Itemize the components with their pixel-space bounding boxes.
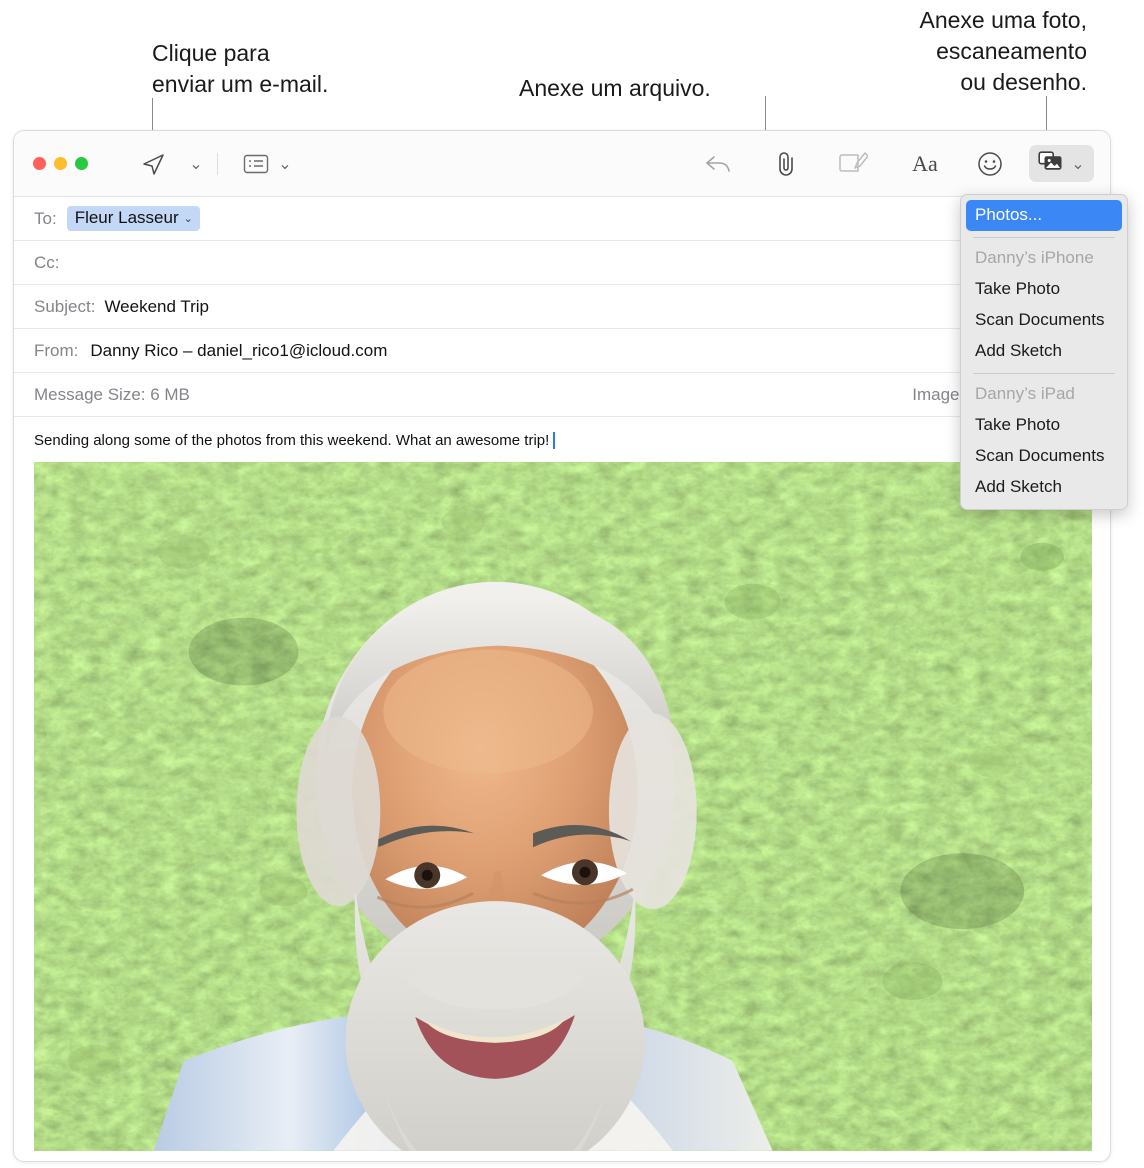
menu-separator	[973, 237, 1115, 238]
paperclip-icon[interactable]	[771, 148, 801, 180]
menu-header-dannys-ipad: Danny’s iPad	[975, 384, 1075, 403]
menu-item-ipad-scan-documents[interactable]: Scan Documents	[961, 441, 1127, 472]
attached-photo[interactable]	[34, 462, 1092, 1152]
menu-separator	[973, 373, 1115, 374]
callout-attach-photo-label: Anexe uma foto, escaneamento ou desenho.	[919, 7, 1088, 95]
message-size-row: Message Size: 6 MB Image Size: Actual Si…	[14, 373, 1110, 417]
cc-label: Cc:	[34, 252, 60, 272]
from-label: From:	[34, 340, 79, 360]
to-label: To:	[34, 208, 57, 228]
stationery-chevron-down-icon[interactable]: ⌄	[276, 155, 294, 173]
text-cursor	[553, 432, 556, 449]
recipient-token-fleur-lasseur[interactable]: Fleur Lasseur ⌄	[66, 206, 200, 231]
send-options-chevron-down-icon[interactable]: ⌄	[187, 155, 205, 173]
zoom-button[interactable]	[75, 157, 88, 170]
message-body[interactable]: Sending along some of the photos from th…	[14, 417, 1110, 462]
menu-item-photos[interactable]: Photos...	[966, 200, 1122, 231]
recipient-chevron-down-icon[interactable]: ⌄	[184, 212, 193, 225]
menu-item-ipad-add-sketch[interactable]: Add Sketch	[961, 472, 1127, 503]
cc-field-row[interactable]: Cc:	[14, 241, 1110, 285]
stationery-icon[interactable]	[242, 152, 270, 176]
subject-field-row[interactable]: Subject: Weekend Trip	[14, 285, 1110, 329]
photo-browser-icon	[1038, 150, 1064, 177]
callout-send-label: Clique para enviar um e-mail.	[152, 40, 329, 97]
compose-toolbar: ⌄ ⌄ Aa ⌄	[14, 131, 1110, 197]
callout-attach-file-label: Anexe um arquivo.	[519, 75, 711, 101]
menu-header-dannys-iphone: Danny’s iPhone	[975, 248, 1094, 267]
reply-arrow-icon[interactable]	[701, 149, 735, 179]
markup-pencil-icon[interactable]	[837, 150, 869, 178]
message-size-label: Message Size: 6 MB	[34, 384, 190, 404]
screenshot-root: Clique para enviar um e-mail. Anexe um a…	[0, 0, 1144, 1168]
photo-image	[34, 462, 1092, 1151]
subject-label: Subject:	[34, 296, 96, 316]
subject-value[interactable]: Weekend Trip	[104, 297, 209, 317]
window-traffic-lights	[33, 157, 88, 170]
toolbar-right-group: Aa ⌄	[701, 145, 1110, 182]
menu-item-ipad-take-photo[interactable]: Take Photo	[961, 410, 1127, 441]
close-button[interactable]	[33, 157, 46, 170]
from-field-row[interactable]: From: Danny Rico – daniel_rico1@icloud.c…	[14, 329, 1110, 373]
minimize-button[interactable]	[54, 157, 67, 170]
message-body-text: Sending along some of the photos from th…	[34, 432, 550, 449]
menu-item-iphone-take-photo[interactable]: Take Photo	[961, 274, 1127, 305]
photo-browser-menu[interactable]: Photos... Danny’s iPhone Take Photo Scan…	[960, 194, 1128, 510]
to-field-row[interactable]: To: Fleur Lasseur ⌄	[14, 197, 1110, 241]
mail-compose-window: ⌄ ⌄ Aa ⌄ To: Fleur Lasseur ⌄ Cc: Subject…	[13, 130, 1111, 1162]
from-value[interactable]: Danny Rico – daniel_rico1@icloud.com	[90, 341, 387, 361]
recipient-name: Fleur Lasseur	[74, 208, 179, 227]
menu-item-iphone-add-sketch[interactable]: Add Sketch	[961, 336, 1127, 367]
toolbar-divider	[217, 152, 218, 175]
send-icon[interactable]	[139, 149, 169, 179]
photo-browser-chevron-down-icon[interactable]: ⌄	[1069, 155, 1087, 173]
menu-item-iphone-scan-documents[interactable]: Scan Documents	[961, 305, 1127, 336]
photo-browser-button[interactable]: ⌄	[1029, 145, 1094, 182]
emoji-smiley-icon[interactable]	[975, 149, 1005, 179]
text-format-button[interactable]: Aa	[905, 150, 945, 178]
